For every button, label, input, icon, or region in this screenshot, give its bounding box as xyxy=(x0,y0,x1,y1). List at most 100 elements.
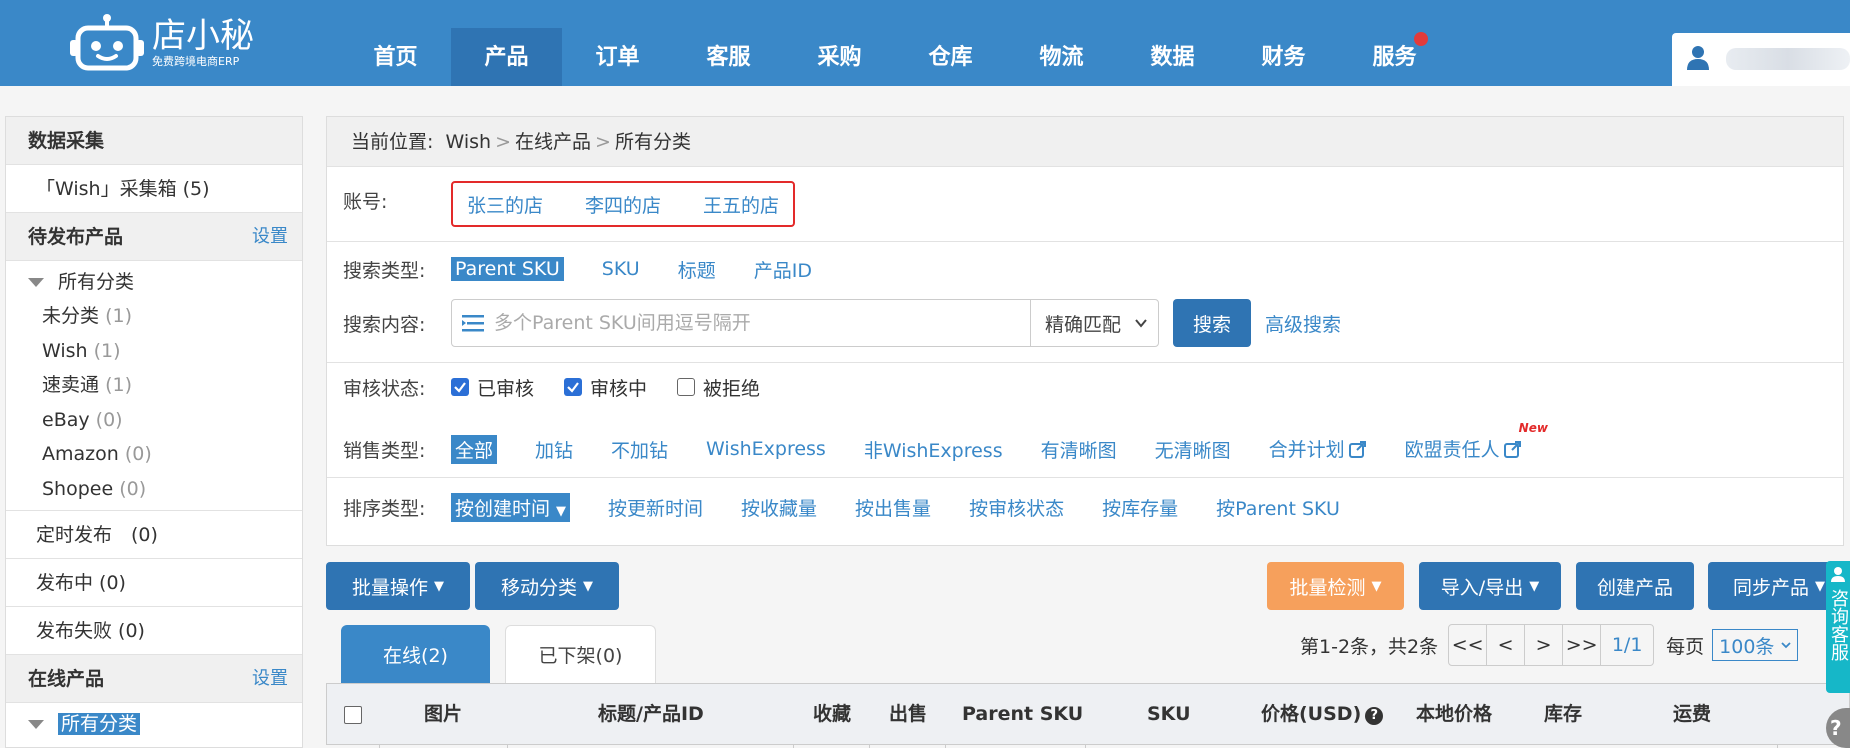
advanced-search-link[interactable]: 高级搜索 xyxy=(1265,310,1341,337)
collapse-triangle-icon[interactable] xyxy=(28,720,44,729)
account-options-highlight: 张三的店 李四的店 王五的店 xyxy=(451,181,796,227)
breadcrumb-wish[interactable]: Wish xyxy=(446,131,492,153)
online-settings-link[interactable]: 设置 xyxy=(252,655,288,703)
tab-offline[interactable]: 已下架(0) xyxy=(505,625,656,683)
sort-by-favorites[interactable]: 按收藏量 xyxy=(741,494,817,521)
next-page-button[interactable]: > xyxy=(1525,625,1564,665)
sort-by-parent-sku[interactable]: 按Parent SKU xyxy=(1216,494,1340,521)
move-category-button[interactable]: 移动分类 ▼ xyxy=(475,562,619,610)
search-type-row: 搜索类型: Parent SKU SKU 标题 产品ID xyxy=(343,249,850,289)
nav-finance[interactable]: 财务 xyxy=(1228,28,1339,86)
sidebar-item-publishing[interactable]: 发布中 (0) xyxy=(6,559,302,607)
sales-type-eu-responsible[interactable]: 欧盟责任人 New xyxy=(1405,421,1548,463)
filter-panel: 当前位置: Wish > 在线产品 > 所有分类 账号: 张三的店 李四的店 王五的店 … xyxy=(326,116,1844,546)
sidebar-item-wish-collect-box[interactable]: 「Wish」采集箱 (5) xyxy=(6,165,302,213)
col-favorites[interactable]: 收藏 xyxy=(813,684,851,744)
search-type-sku[interactable]: SKU xyxy=(602,258,640,280)
sales-type-all[interactable]: 全部 xyxy=(451,434,498,464)
sort-by-sales[interactable]: 按出售量 xyxy=(855,494,931,521)
sidebar-item-shopee[interactable]: Shopee (0) xyxy=(6,472,302,507)
sort-by-stock[interactable]: 按库存量 xyxy=(1102,494,1178,521)
col-sku: SKU xyxy=(1147,703,1191,725)
nav-services[interactable]: 服务 xyxy=(1339,28,1450,86)
sidebar-item-wish[interactable]: Wish (1) xyxy=(6,334,302,369)
pending-settings-link[interactable]: 设置 xyxy=(252,213,288,261)
col-sales[interactable]: 出售 xyxy=(889,684,927,744)
select-all-checkbox[interactable] xyxy=(344,706,362,724)
account-option-wangwu[interactable]: 王五的店 xyxy=(703,191,779,218)
sales-type-clear-image[interactable]: 有清晰图 xyxy=(1041,436,1117,463)
search-type-product-id[interactable]: 产品ID xyxy=(754,256,812,283)
online-tree-root[interactable]: 所有分类 xyxy=(6,707,302,741)
sales-type-boosted[interactable]: 加钻 xyxy=(535,436,573,463)
review-status-label: 审核状态: xyxy=(343,377,426,400)
per-page-select[interactable]: 100条 xyxy=(1712,629,1799,661)
sales-type-no-clear-image[interactable]: 无清晰图 xyxy=(1155,436,1231,463)
breadcrumb-online-products[interactable]: 在线产品 xyxy=(515,131,591,153)
brand-name: 店小秘 xyxy=(152,16,254,56)
sort-by-created[interactable]: 按创建时间 ▼ xyxy=(451,492,571,522)
last-page-button[interactable]: >> xyxy=(1563,625,1602,665)
sidebar-item-scheduled[interactable]: 定时发布 (0) xyxy=(6,511,302,559)
account-label: 账号: xyxy=(343,190,388,213)
nav-purchasing[interactable]: 采购 xyxy=(784,28,895,86)
list-filter-icon xyxy=(462,313,486,333)
sidebar-item-aliexpress[interactable]: 速卖通 (1) xyxy=(6,368,302,403)
review-rejected-checkbox[interactable]: 被拒绝 xyxy=(677,374,760,401)
sales-type-wishexpress[interactable]: WishExpress xyxy=(706,438,826,460)
search-type-title[interactable]: 标题 xyxy=(678,256,716,283)
nav-products[interactable]: 产品 xyxy=(451,28,562,86)
sidebar-item-failed[interactable]: 发布失败 (0) xyxy=(6,607,302,655)
sort-by-updated[interactable]: 按更新时间 xyxy=(608,494,703,521)
col-image: 图片 xyxy=(424,703,463,725)
sales-type-not-boosted[interactable]: 不加钻 xyxy=(611,436,668,463)
batch-check-button[interactable]: 批量检测 ▼ xyxy=(1267,562,1404,610)
import-export-button[interactable]: 导入/导出 ▼ xyxy=(1419,562,1561,610)
create-product-button[interactable]: 创建产品 xyxy=(1576,562,1694,610)
batch-operations-button[interactable]: 批量操作 ▼ xyxy=(326,562,470,610)
caret-down-icon: ▼ xyxy=(1371,578,1382,594)
sales-type-label: 销售类型: xyxy=(343,439,426,462)
nav-orders[interactable]: 订单 xyxy=(562,28,673,86)
account-option-lisi[interactable]: 李四的店 xyxy=(585,191,661,218)
nav-logistics[interactable]: 物流 xyxy=(1006,28,1117,86)
pagination-summary: 第1-2条，共2条 xyxy=(1300,635,1439,658)
collapse-triangle-icon[interactable] xyxy=(28,278,44,287)
pending-tree-root[interactable]: 所有分类 xyxy=(6,265,302,299)
pending-category-tree: 所有分类 未分类 (1) Wish (1) 速卖通 (1) eBay (0) A… xyxy=(6,261,302,511)
nav-customer-service[interactable]: 客服 xyxy=(673,28,784,86)
review-pending-checkbox[interactable]: 审核中 xyxy=(564,374,647,401)
nav-services-label: 服务 xyxy=(1372,45,1417,70)
sidebar-item-ebay[interactable]: eBay (0) xyxy=(6,403,302,438)
tab-online[interactable]: 在线(2) xyxy=(341,625,490,683)
match-mode-select[interactable]: 精确匹配 xyxy=(1030,300,1158,346)
sales-type-row: 销售类型: 全部 加钻 不加钻 WishExpress 非WishExpress… xyxy=(343,421,1560,469)
sidebar-item-uncategorized[interactable]: 未分类 (1) xyxy=(6,299,302,334)
nav-home[interactable]: 首页 xyxy=(340,28,451,86)
brand-logo[interactable]: 店小秘 免费跨境电商ERP xyxy=(68,8,258,78)
search-type-parent-sku[interactable]: Parent SKU xyxy=(451,257,564,281)
user-menu[interactable] xyxy=(1672,33,1850,86)
caret-down-icon: ▼ xyxy=(434,578,444,594)
nav-data[interactable]: 数据 xyxy=(1117,28,1228,86)
checkbox-checked-icon xyxy=(564,378,583,396)
search-button[interactable]: 搜索 xyxy=(1173,299,1251,347)
brand-subtitle: 免费跨境电商ERP xyxy=(152,55,240,68)
search-type-label: 搜索类型: xyxy=(343,259,426,282)
nav-warehouse[interactable]: 仓库 xyxy=(895,28,1006,86)
account-option-zhangsan[interactable]: 张三的店 xyxy=(467,191,543,218)
product-table-header: 图片 标题/产品ID 收藏 出售 Parent SKU SKU 价格(USD)?… xyxy=(326,683,1850,748)
question-circle-icon[interactable]: ? xyxy=(1365,707,1384,725)
search-input[interactable] xyxy=(486,301,1030,345)
sidebar-item-amazon[interactable]: Amazon (0) xyxy=(6,437,302,472)
caret-down-icon: ▼ xyxy=(556,503,567,519)
sort-by-review-status[interactable]: 按审核状态 xyxy=(969,494,1064,521)
prev-page-button[interactable]: < xyxy=(1487,625,1526,665)
sales-type-merge-plan[interactable]: 合并计划 xyxy=(1269,435,1367,463)
customer-service-float[interactable]: 咨询客服 xyxy=(1826,561,1850,693)
page-indicator[interactable]: 1/1 xyxy=(1601,625,1653,665)
first-page-button[interactable]: << xyxy=(1449,625,1488,665)
review-approved-checkbox[interactable]: 已审核 xyxy=(451,374,534,401)
sales-type-non-wishexpress[interactable]: 非WishExpress xyxy=(864,436,1003,463)
col-stock[interactable]: 库存 xyxy=(1544,684,1582,744)
